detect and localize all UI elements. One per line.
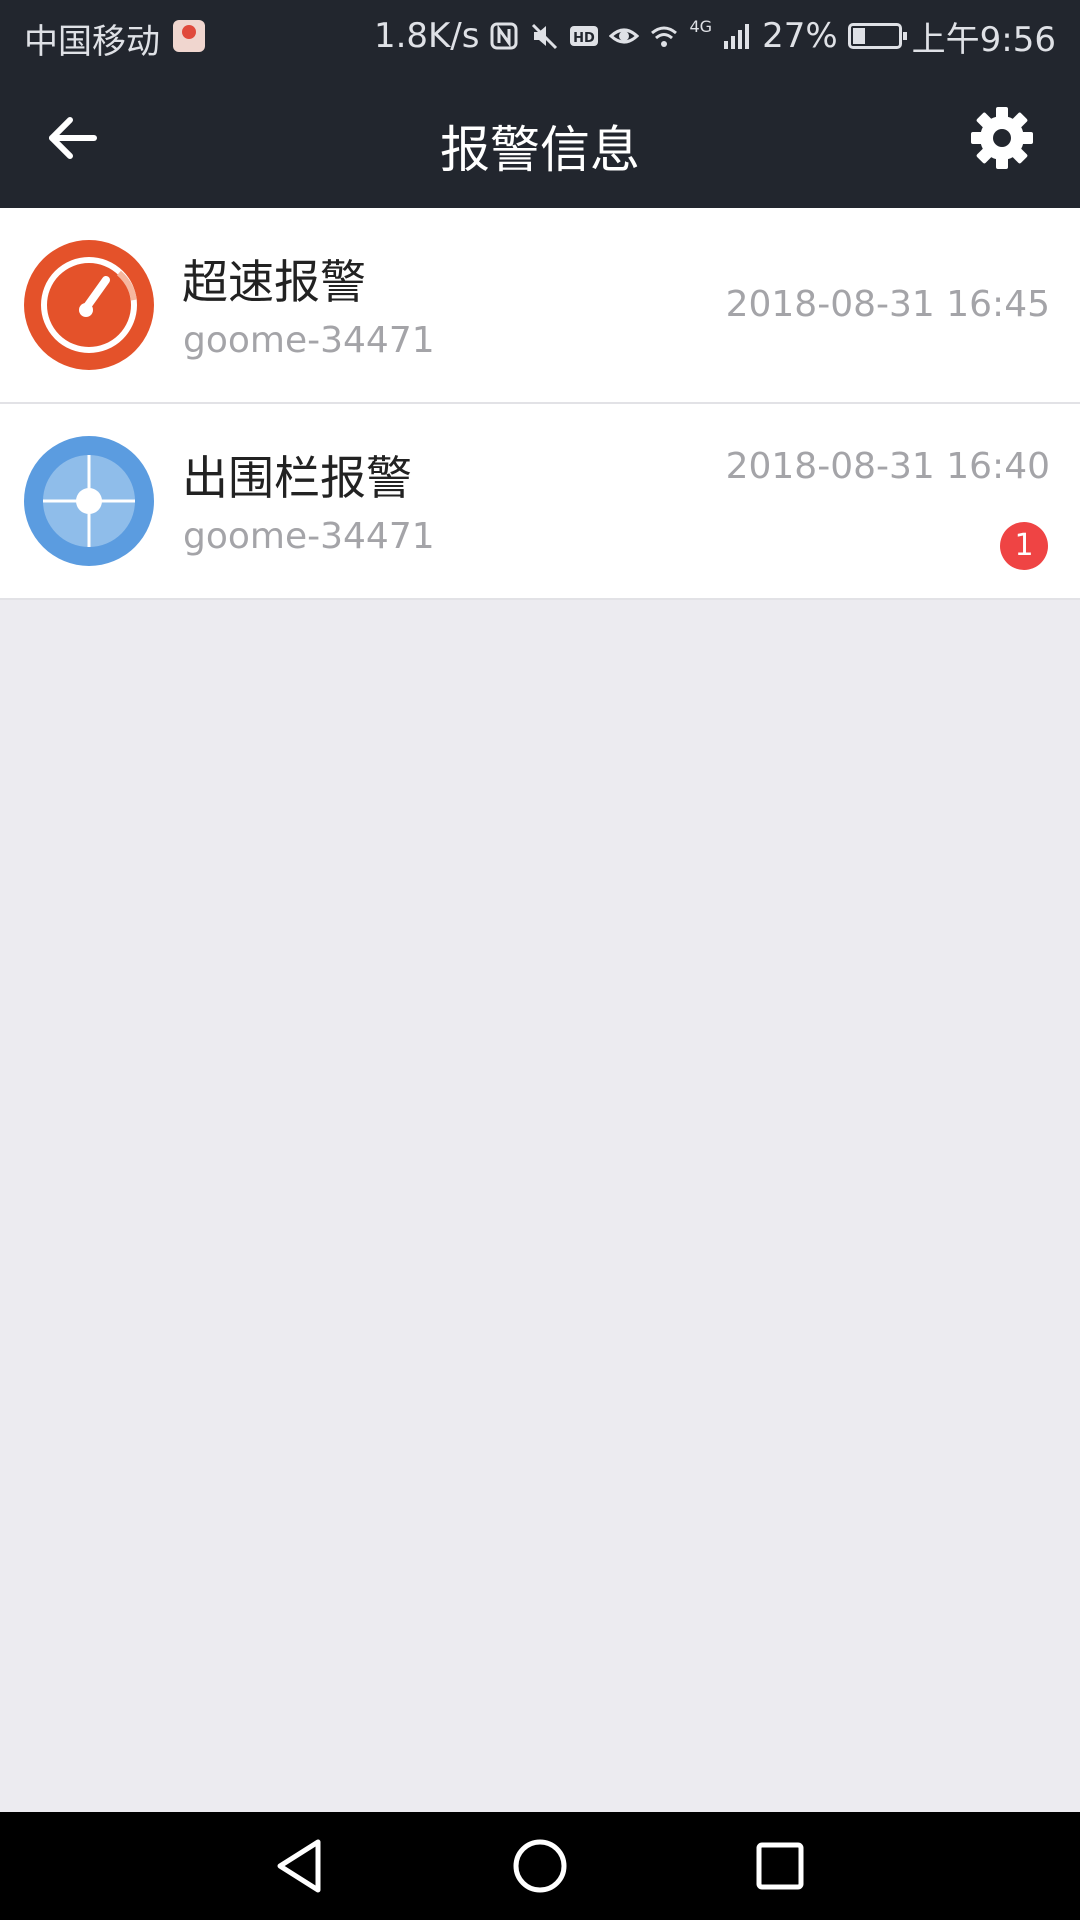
alarm-time: 2018-08-31 16:40 (725, 446, 1050, 487)
battery-percent-label: 27% (762, 16, 838, 56)
status-icons: 1.8K/s HD 4G 27% 上午9:56 (373, 14, 1056, 60)
circle-home-icon[interactable] (508, 1834, 572, 1898)
status-bar: 中国移动 1.8K/s HD 4G 27% 上午9:56 (0, 0, 1080, 72)
hd-icon: HD (570, 26, 599, 46)
crosshair-icon (24, 436, 154, 566)
nfc-icon (490, 22, 518, 50)
triangle-back-icon[interactable] (268, 1834, 332, 1898)
alarm-name: 超速报警 (182, 255, 366, 309)
wifi-icon (651, 26, 678, 47)
square-recent-icon[interactable] (748, 1834, 812, 1898)
alarm-name: 出围栏报警 (182, 451, 412, 505)
alarm-item-overspeed[interactable]: 超速报警 goome-34471 2018-08-31 16:45 (0, 208, 1080, 404)
signal-icon (724, 24, 750, 49)
network-type-label: 4G (689, 16, 713, 36)
screen: 中国移动 1.8K/s HD 4G 27% 上午9:56 报警信息 超速报警 g… (0, 0, 1080, 1920)
svg-text:HD: HD (574, 31, 596, 46)
gear-icon (971, 107, 1033, 169)
battery-icon (847, 23, 907, 49)
alarm-device: goome-34471 (183, 320, 435, 361)
map-app-icon (173, 20, 205, 52)
alarm-time: 2018-08-31 16:45 (725, 284, 1050, 325)
mute-icon (532, 23, 558, 50)
battery-fill (852, 28, 865, 44)
alarm-list: 超速报警 goome-34471 2018-08-31 16:45 出围栏报警 … (0, 208, 1080, 600)
settings-button[interactable] (966, 102, 1038, 174)
speedometer-icon (24, 240, 154, 370)
alarm-device: goome-34471 (183, 516, 435, 557)
carrier-label: 中国移动 (24, 22, 160, 62)
system-nav-bar (0, 1812, 1080, 1920)
app-bar: 报警信息 (0, 72, 1080, 208)
net-speed-label: 1.8K/s (373, 16, 480, 56)
alarm-item-fence-exit[interactable]: 出围栏报警 goome-34471 2018-08-31 16:40 1 (0, 404, 1080, 600)
clock-label: 上午9:56 (911, 19, 1056, 60)
unread-badge: 1 (1000, 522, 1048, 570)
eye-icon (609, 28, 640, 44)
page-title: 报警信息 (440, 121, 640, 179)
